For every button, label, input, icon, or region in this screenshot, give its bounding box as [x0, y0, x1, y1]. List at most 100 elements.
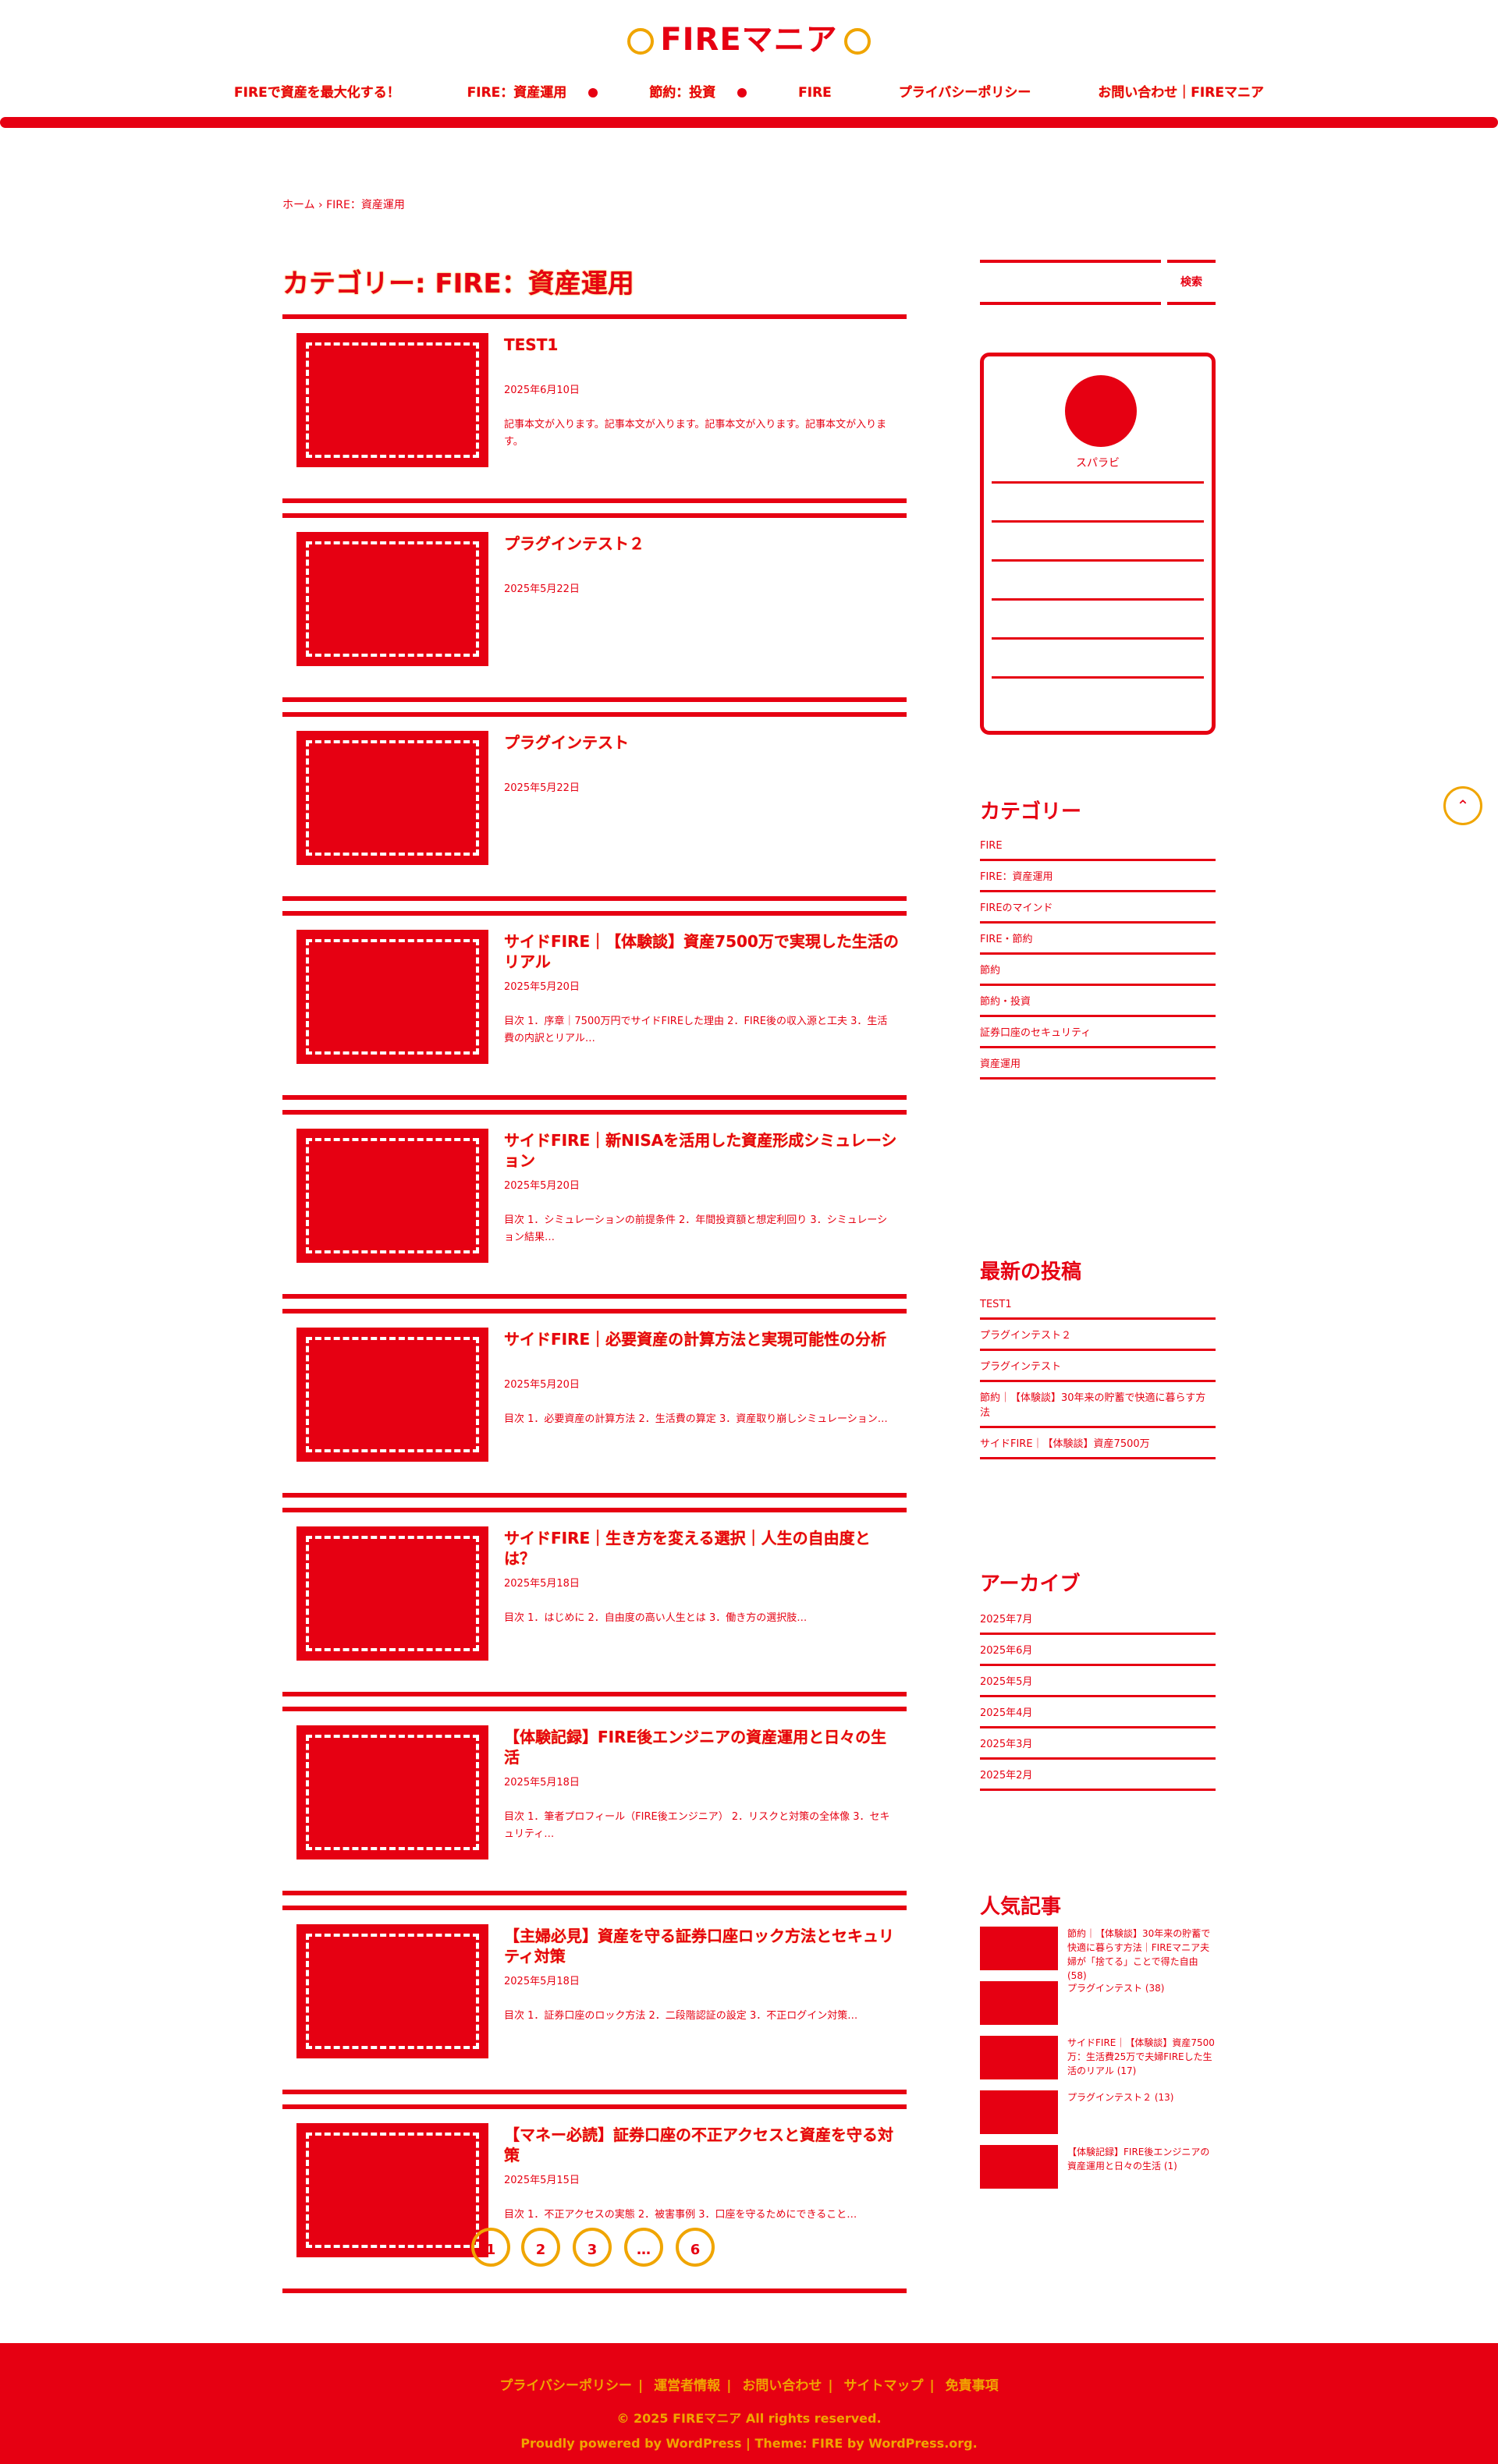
post-thumbnail[interactable]: [296, 1924, 488, 2058]
popular-post-thumbnail[interactable]: [980, 2145, 1058, 2189]
recent-post-item[interactable]: TEST1: [980, 1292, 1216, 1320]
footer-link[interactable]: サイトマップ: [843, 2378, 923, 2394]
post-title[interactable]: サイドFIRE｜必要資産の計算方法と実現可能性の分析: [504, 1329, 899, 1349]
popular-post-thumbnail[interactable]: [980, 1981, 1058, 2025]
post-thumbnail[interactable]: [296, 731, 488, 865]
footer-link[interactable]: プライバシーポリシー: [499, 2378, 632, 2394]
category-item[interactable]: 節約・投資: [980, 986, 1216, 1017]
archive-item[interactable]: 2025年3月: [980, 1728, 1216, 1760]
category-item[interactable]: FIREのマインド: [980, 892, 1216, 924]
post-title[interactable]: 【マネー必読】証券口座の不正アクセスと資産を守る対策: [504, 2125, 899, 2165]
popular-post-item[interactable]: 【体験記録】FIRE後エンジニアの資産運用と日々の生活 (1): [980, 2145, 1216, 2200]
profile-name: スパラビ: [1076, 457, 1120, 470]
popular-post-title[interactable]: プラグインテスト２ (13): [1067, 2090, 1216, 2104]
post-title[interactable]: サイドFIRE｜【体験談】資産7500万で実現した生活のリアル: [504, 931, 899, 972]
nav-item-saving-invest[interactable]: 節約：投資: [634, 81, 747, 101]
post-title[interactable]: プラグインテスト: [504, 732, 899, 753]
powered-by[interactable]: Proudly powered by WordPress | Theme: FI…: [0, 2436, 1498, 2451]
category-item[interactable]: 節約: [980, 955, 1216, 986]
logo-left-ornament-icon: [627, 28, 655, 55]
breadcrumb-current: FIRE：資産運用: [326, 199, 405, 211]
search-input[interactable]: [980, 260, 1161, 305]
divider: [992, 481, 1204, 484]
post-title[interactable]: 【体験記録】FIRE後エンジニアの資産運用と日々の生活: [504, 1727, 899, 1767]
post-thumbnail[interactable]: [296, 1526, 488, 1661]
post-card[interactable]: TEST1 2025年6月10日 記事本文が入ります。記事本文が入ります。記事本文が…: [282, 314, 907, 503]
post-card[interactable]: プラグインテスト２ 2025年5月22日: [282, 513, 907, 702]
popular-post-title[interactable]: サイドFIRE｜【体験談】資産7500万：生活費25万で夫婦FIREした生活のリ…: [1067, 2036, 1216, 2078]
category-item[interactable]: FIRE: [980, 833, 1216, 861]
post-card[interactable]: サイドFIRE｜【体験談】資産7500万で実現した生活のリアル 2025年5月20…: [282, 911, 907, 1100]
archive-item[interactable]: 2025年5月: [980, 1666, 1216, 1697]
post-excerpt: 目次 1．必要資産の計算方法 2．生活費の算定 3．資産取り崩しシミュレーション…: [504, 1413, 888, 1425]
page-1-button[interactable]: 1: [471, 2228, 510, 2267]
recent-post-item[interactable]: サイドFIRE｜【体験談】資産7500万: [980, 1428, 1216, 1459]
recent-post-item[interactable]: 節約｜【体験談】30年来の貯蓄で快適に暮らす方法: [980, 1382, 1216, 1428]
post-excerpt: 目次 1．序章｜7500万円でサイドFIREした理由 2．FIRE後の収入源と工…: [504, 1016, 888, 1044]
post-thumbnail[interactable]: [296, 1725, 488, 1860]
footer-link[interactable]: 運営者情報: [654, 2378, 720, 2394]
post-thumbnail[interactable]: [296, 2123, 488, 2257]
post-thumbnail[interactable]: [296, 930, 488, 1064]
nav-item-contact[interactable]: お問い合わせ｜FIREマニア: [1082, 81, 1280, 101]
post-date: 2025年5月22日: [504, 782, 580, 794]
post-title[interactable]: プラグインテスト２: [504, 534, 899, 554]
post-title[interactable]: サイドFIRE｜新NISAを活用した資産形成シミュレーション: [504, 1130, 899, 1171]
popular-post-title[interactable]: プラグインテスト (38): [1067, 1981, 1216, 1995]
archive-item[interactable]: 2025年6月: [980, 1635, 1216, 1666]
post-card[interactable]: 【体験記録】FIRE後エンジニアの資産運用と日々の生活 2025年5月18日 目次 …: [282, 1707, 907, 1895]
nav-item-privacy[interactable]: プライバシーポリシー: [883, 81, 1047, 101]
nav-item-fire-maximize[interactable]: FIREで資産を最大化する！: [218, 81, 416, 101]
divider: [992, 520, 1204, 523]
popular-post-item[interactable]: 節約｜【体験談】30年来の貯蓄で快適に暮らす方法｜FIREマニア夫婦が「捨てる」…: [980, 1927, 1216, 1981]
popular-post-item[interactable]: サイドFIRE｜【体験談】資産7500万：生活費25万で夫婦FIREした生活のリ…: [980, 2036, 1216, 2090]
back-to-top-button[interactable]: ⌃: [1443, 786, 1482, 825]
archive-item[interactable]: 2025年7月: [980, 1604, 1216, 1635]
category-item[interactable]: 証券口座のセキュリティ: [980, 1017, 1216, 1048]
divider: [992, 637, 1204, 640]
site-logo[interactable]: FIREマニア: [0, 14, 1498, 59]
recent-post-item[interactable]: プラグインテスト２: [980, 1320, 1216, 1351]
post-date: 2025年5月15日: [504, 2175, 580, 2186]
post-title[interactable]: 【主婦必見】資産を守る証券口座ロック方法とセキュリティ対策: [504, 1926, 899, 1966]
post-title[interactable]: サイドFIRE｜生き方を変える選択｜人生の自由度とは？: [504, 1528, 899, 1569]
popular-post-item[interactable]: プラグインテスト (38): [980, 1981, 1216, 2036]
nav-item-fire[interactable]: FIRE: [783, 85, 847, 101]
post-thumbnail[interactable]: [296, 1129, 488, 1263]
post-card[interactable]: プラグインテスト 2025年5月22日: [282, 712, 907, 901]
post-card[interactable]: サイドFIRE｜新NISAを活用した資産形成シミュレーション 2025年5月20日…: [282, 1110, 907, 1299]
page-2-button[interactable]: 2: [521, 2228, 560, 2267]
category-item[interactable]: 資産運用: [980, 1048, 1216, 1080]
category-item[interactable]: FIRE：資産運用: [980, 861, 1216, 892]
footer-link[interactable]: お問い合わせ: [742, 2378, 822, 2394]
page-3-button[interactable]: 3: [573, 2228, 612, 2267]
site-footer: プライバシーポリシー | 運営者情報 | お問い合わせ | サイトマップ | 免責事項 …: [0, 2343, 1498, 2464]
post-card[interactable]: 【主婦必見】資産を守る証券口座ロック方法とセキュリティ対策 2025年5月18日目…: [282, 1906, 907, 2094]
divider: [992, 559, 1204, 562]
popular-posts-list: 節約｜【体験談】30年来の貯蓄で快適に暮らす方法｜FIREマニア夫婦が「捨てる」…: [980, 1927, 1216, 2200]
breadcrumb-home[interactable]: ホーム: [282, 199, 315, 211]
nav-item-fire-asset[interactable]: FIRE：資産運用: [452, 81, 598, 101]
post-thumbnail[interactable]: [296, 1328, 488, 1462]
popular-post-title[interactable]: 【体験記録】FIRE後エンジニアの資産運用と日々の生活 (1): [1067, 2145, 1216, 2173]
header-divider: [0, 117, 1498, 128]
footer-link[interactable]: 免責事項: [946, 2378, 999, 2394]
page-last-button[interactable]: 6: [676, 2228, 715, 2267]
post-card[interactable]: サイドFIRE｜生き方を変える選択｜人生の自由度とは？ 2025年5月18日 目次 …: [282, 1508, 907, 1696]
category-item[interactable]: FIRE・節約: [980, 924, 1216, 955]
archive-item[interactable]: 2025年2月: [980, 1760, 1216, 1791]
archive-item[interactable]: 2025年4月: [980, 1697, 1216, 1728]
popular-post-thumbnail[interactable]: [980, 2090, 1058, 2134]
recent-post-item[interactable]: プラグインテスト: [980, 1351, 1216, 1382]
post-title[interactable]: TEST1: [504, 335, 899, 355]
popular-post-item[interactable]: プラグインテスト２ (13): [980, 2090, 1216, 2145]
search-button[interactable]: 検索: [1167, 260, 1216, 305]
post-card[interactable]: サイドFIRE｜必要資産の計算方法と実現可能性の分析 2025年5月20日 目次 1…: [282, 1309, 907, 1498]
post-date: 2025年5月18日: [504, 1578, 580, 1590]
post-thumbnail[interactable]: [296, 333, 488, 467]
popular-post-thumbnail[interactable]: [980, 1927, 1058, 1970]
popular-post-thumbnail[interactable]: [980, 2036, 1058, 2079]
post-thumbnail[interactable]: [296, 532, 488, 666]
logo-text: FIREマニア: [660, 22, 838, 58]
popular-post-title[interactable]: 節約｜【体験談】30年来の貯蓄で快適に暮らす方法｜FIREマニア夫婦が「捨てる」…: [1067, 1927, 1216, 1983]
